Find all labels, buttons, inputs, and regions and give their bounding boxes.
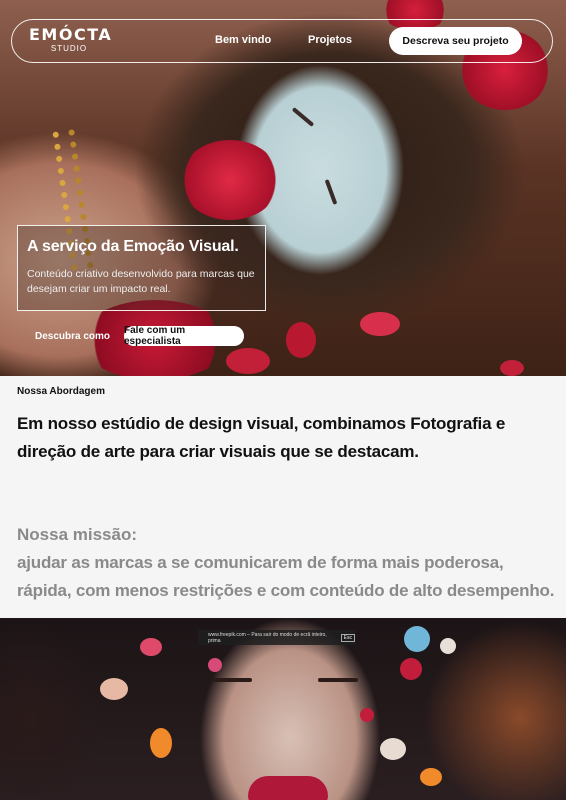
image-speck [208, 658, 222, 672]
logo-sub-text: STUDIO [50, 44, 88, 53]
hero-image-rose [180, 140, 280, 220]
image-speck [404, 626, 430, 652]
hero-image-petal [226, 348, 270, 374]
hero-text-box: A serviço da Emoção Visual. Conteúdo cri… [17, 225, 266, 311]
mission-text: ajudar as marcas a se comunicarem de for… [17, 553, 555, 600]
hero-image-eye [291, 107, 315, 127]
image-speck [420, 768, 442, 786]
hero-image-eye [324, 179, 338, 205]
hero-image-petal [360, 312, 400, 336]
image-speck [440, 638, 456, 654]
image-lips [248, 776, 328, 800]
logo[interactable]: EMÓCTA STUDIO [29, 25, 113, 54]
logo-main-text: EMÓCTA [29, 25, 113, 44]
fullscreen-notice: www.freepik.com – Para sair do modo de e… [198, 630, 355, 645]
hero-description: Conteúdo criativo desenvolvido para marc… [27, 268, 255, 295]
describe-project-button[interactable]: Descreva seu projeto [389, 27, 522, 55]
approach-section: Nossa Abordagem Em nosso estúdio de desi… [0, 376, 566, 618]
fullscreen-notice-text: www.freepik.com – Para sair do modo de e… [208, 631, 327, 644]
mission-title: Nossa missão: [17, 525, 137, 544]
nav-link-bem-vindo[interactable]: Bem vindo [215, 34, 271, 46]
image-eye [212, 678, 252, 682]
discover-link[interactable]: Descubra como [35, 331, 110, 342]
esc-key[interactable]: Esc [340, 633, 355, 642]
hero-title: A serviço da Emoção Visual. [27, 238, 239, 255]
image-speck [360, 708, 374, 722]
image-speck [150, 728, 172, 758]
hero-section: EMÓCTA STUDIO Bem vindo Projetos Descrev… [0, 0, 566, 376]
talk-to-specialist-button[interactable]: Fale com um especialista [124, 325, 244, 347]
approach-text: Em nosso estúdio de design visual, combi… [17, 414, 506, 461]
hero-image-petal [500, 360, 524, 376]
image-speck [140, 638, 162, 656]
image-speck [100, 678, 128, 700]
image-speck [400, 658, 422, 680]
image-speck [380, 738, 406, 760]
image-eye [318, 678, 358, 682]
nav-link-projetos[interactable]: Projetos [308, 34, 352, 46]
navbar: EMÓCTA STUDIO Bem vindo Projetos Descrev… [11, 19, 553, 63]
hero-image-petal [286, 322, 316, 358]
featured-image: www.freepik.com – Para sair do modo de e… [0, 618, 566, 800]
section-label: Nossa Abordagem [17, 386, 105, 397]
